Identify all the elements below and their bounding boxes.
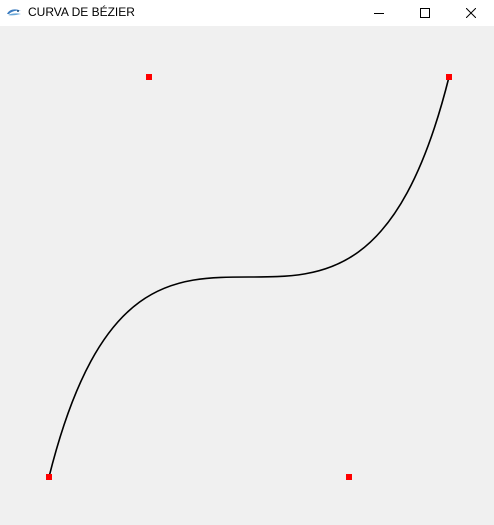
title-bar[interactable]: CURVA DE BÉZIER bbox=[0, 0, 494, 26]
bezier-drawing bbox=[46, 74, 452, 480]
close-icon bbox=[466, 8, 476, 18]
control-point-p2[interactable] bbox=[346, 474, 352, 480]
maximize-button[interactable] bbox=[402, 0, 448, 26]
control-point-p1[interactable] bbox=[146, 74, 152, 80]
drawing-canvas[interactable] bbox=[0, 26, 494, 520]
maximize-icon bbox=[420, 8, 430, 18]
minimize-icon bbox=[374, 13, 384, 14]
app-icon bbox=[6, 5, 22, 19]
window-title: CURVA DE BÉZIER bbox=[28, 5, 135, 19]
close-button[interactable] bbox=[448, 0, 494, 26]
control-point-p0[interactable] bbox=[46, 474, 52, 480]
bezier-curve bbox=[48, 76, 450, 478]
control-point-p3[interactable] bbox=[446, 74, 452, 80]
minimize-button[interactable] bbox=[356, 0, 402, 26]
